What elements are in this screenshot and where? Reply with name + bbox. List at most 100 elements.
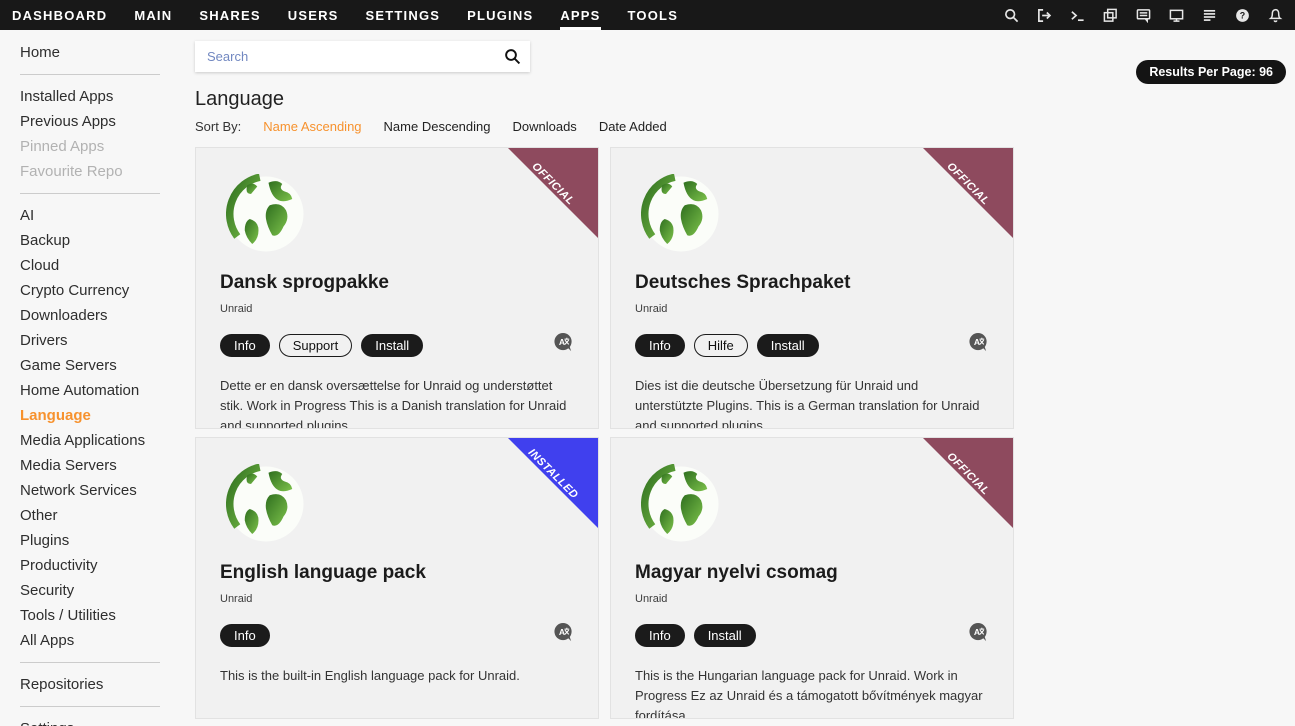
app-title[interactable]: English language pack [220, 562, 574, 584]
nav-item-shares[interactable]: SHARES [199, 0, 260, 30]
bell-icon[interactable] [1268, 8, 1283, 23]
nav-item-plugins[interactable]: PLUGINS [467, 0, 533, 30]
sidebar-item-language[interactable]: Language [20, 403, 185, 428]
sidebar-divider [20, 193, 160, 194]
sidebar-item-previous-apps[interactable]: Previous Apps [20, 109, 185, 134]
svg-text:A: A [559, 337, 565, 347]
app-card: OFFICIAL Magyar nyelvi csomag Unraid Inf… [610, 437, 1014, 719]
sort-downloads[interactable]: Downloads [512, 119, 576, 134]
page-title: Language [195, 88, 1295, 111]
install-button[interactable]: Install [361, 334, 423, 357]
search-submit-icon[interactable] [504, 48, 521, 70]
sort-by-label: Sort By: [195, 119, 241, 134]
globe-icon[interactable] [641, 174, 721, 254]
app-grid: OFFICIAL Dansk sprogpakke Unraid Info [195, 147, 1295, 719]
sort-name-ascending[interactable]: Name Ascending [263, 119, 361, 134]
translate-icon[interactable]: A [968, 622, 989, 648]
main-content: Results Per Page: 96 Language Sort By: N… [185, 30, 1295, 726]
sidebar-item-game-servers[interactable]: Game Servers [20, 353, 185, 378]
sidebar-item-cloud[interactable]: Cloud [20, 253, 185, 278]
sidebar-divider [20, 706, 160, 707]
search-box [195, 41, 530, 72]
search-icon[interactable] [1004, 8, 1019, 23]
sidebar-item-all-apps[interactable]: All Apps [20, 628, 185, 653]
ribbon-label: OFFICIAL [921, 147, 1014, 231]
sidebar-item-home[interactable]: Home [20, 40, 185, 65]
sidebar-item-home-automation[interactable]: Home Automation [20, 378, 185, 403]
sort-name-descending[interactable]: Name Descending [384, 119, 491, 134]
globe-icon[interactable] [226, 174, 306, 254]
nav-item-users[interactable]: USERS [288, 0, 339, 30]
chat-icon[interactable] [1136, 8, 1151, 23]
nav-item-settings[interactable]: SETTINGS [366, 0, 441, 30]
svg-text:A: A [974, 627, 980, 637]
support-button[interactable]: Support [279, 334, 353, 357]
sidebar-item-settings[interactable]: Settings [20, 716, 185, 726]
sidebar-item-network-services[interactable]: Network Services [20, 478, 185, 503]
sidebar-item-downloaders[interactable]: Downloaders [20, 303, 185, 328]
copy-icon[interactable] [1103, 8, 1118, 23]
sidebar-item-crypto-currency[interactable]: Crypto Currency [20, 278, 185, 303]
svg-text:A: A [974, 337, 980, 347]
log-icon[interactable] [1202, 8, 1217, 23]
official-ribbon: OFFICIAL [923, 438, 1013, 528]
help-icon[interactable]: ? [1235, 8, 1250, 23]
translate-icon[interactable]: A [968, 332, 989, 358]
sidebar-item-productivity[interactable]: Productivity [20, 553, 185, 578]
sidebar-item-security[interactable]: Security [20, 578, 185, 603]
app-author: Unraid [220, 593, 574, 605]
app-author: Unraid [635, 303, 989, 315]
sidebar-divider [20, 662, 160, 663]
sort-date-added[interactable]: Date Added [599, 119, 667, 134]
app-description: This is the built-in English language pa… [220, 666, 574, 686]
svg-text:A: A [559, 627, 565, 637]
info-button[interactable]: Info [635, 334, 685, 357]
terminal-icon[interactable] [1070, 8, 1085, 23]
sidebar-item-favourite-repo: Favourite Repo [20, 159, 185, 184]
sidebar-item-media-applications[interactable]: Media Applications [20, 428, 185, 453]
results-per-page-badge[interactable]: Results Per Page: 96 [1136, 60, 1286, 84]
nav-item-tools[interactable]: TOOLS [628, 0, 679, 30]
sidebar-item-drivers[interactable]: Drivers [20, 328, 185, 353]
nav-item-dashboard[interactable]: DASHBOARD [12, 0, 107, 30]
sidebar-item-media-servers[interactable]: Media Servers [20, 453, 185, 478]
globe-icon[interactable] [226, 464, 306, 544]
official-ribbon: OFFICIAL [923, 148, 1013, 238]
app-title[interactable]: Deutsches Sprachpaket [635, 272, 989, 294]
nav-icon-bar: ? [1004, 0, 1283, 30]
info-button[interactable]: Info [220, 334, 270, 357]
app-title[interactable]: Dansk sprogpakke [220, 272, 574, 294]
sidebar-item-repositories[interactable]: Repositories [20, 672, 185, 697]
sidebar-item-installed-apps[interactable]: Installed Apps [20, 84, 185, 109]
sidebar-divider [20, 74, 160, 75]
app-description: Dette er en dansk oversættelse for Unrai… [220, 376, 574, 429]
install-button[interactable]: Install [694, 624, 756, 647]
sidebar-item-backup[interactable]: Backup [20, 228, 185, 253]
sign-out-icon[interactable] [1037, 8, 1052, 23]
app-author: Unraid [635, 593, 989, 605]
info-button[interactable]: Info [220, 624, 270, 647]
install-button[interactable]: Install [757, 334, 819, 357]
ribbon-label: OFFICIAL [506, 147, 599, 231]
sidebar: Home Installed Apps Previous Apps Pinned… [0, 30, 185, 726]
app-title[interactable]: Magyar nyelvi csomag [635, 562, 989, 584]
sidebar-item-tools-utilities[interactable]: Tools / Utilities [20, 603, 185, 628]
translate-icon[interactable]: A [553, 332, 574, 358]
svg-text:?: ? [1240, 10, 1245, 20]
globe-icon[interactable] [641, 464, 721, 544]
top-nav: DASHBOARD MAIN SHARES USERS SETTINGS PLU… [0, 0, 1295, 30]
app-card: OFFICIAL Deutsches Sprachpaket Unraid In… [610, 147, 1014, 429]
official-ribbon: OFFICIAL [508, 148, 598, 238]
nav-item-apps[interactable]: APPS [560, 0, 600, 30]
translate-icon[interactable]: A [553, 622, 574, 648]
support-button[interactable]: Hilfe [694, 334, 748, 357]
sidebar-item-ai[interactable]: AI [20, 203, 185, 228]
info-button[interactable]: Info [635, 624, 685, 647]
nav-item-main[interactable]: MAIN [134, 0, 172, 30]
installed-ribbon: INSTALLED [508, 438, 598, 528]
sidebar-item-plugins[interactable]: Plugins [20, 528, 185, 553]
sidebar-item-other[interactable]: Other [20, 503, 185, 528]
display-icon[interactable] [1169, 8, 1184, 23]
search-input[interactable] [195, 41, 530, 72]
app-card: INSTALLED English language pack Unraid I… [195, 437, 599, 719]
